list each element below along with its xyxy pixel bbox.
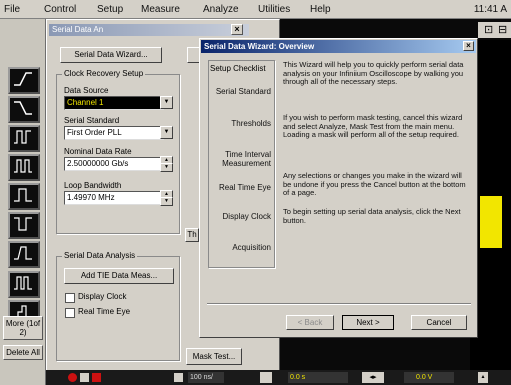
display-clock-checkbox[interactable] [65,293,75,303]
trigger-edge-icon[interactable] [260,372,272,383]
real-time-eye-label: Real Time Eye [78,307,131,316]
menu-bar: File Control Setup Measure Analyze Utili… [0,0,511,19]
period-measure-icon[interactable] [8,125,40,152]
nominal-rate-input[interactable]: 2.50000000 Gb/s [64,157,162,171]
checklist-item: Real Time Eye [218,183,271,192]
menu-analyze[interactable]: Analyze [203,4,239,15]
nominal-rate-label: Nominal Data Rate [64,147,132,156]
tool-strip: More (1of 2) Delete All [0,19,46,385]
wizard-mask-text: If you wish to perform mask testing, can… [283,113,463,140]
run-indicator-icon[interactable] [68,373,77,382]
single-icon[interactable] [92,373,101,382]
close-icon[interactable]: × [463,41,474,51]
menu-measure[interactable]: Measure [141,4,180,15]
panel-title: Serial Data An [52,25,104,34]
wizard-next-text: To begin setting up serial data analysis… [283,207,461,225]
pulse-width-icon[interactable] [8,183,40,210]
cancel-button[interactable]: Cancel [411,315,467,330]
trigger-delay[interactable]: 0.0 s [288,372,348,383]
checklist-item: Time Interval Measurement [222,150,271,168]
menu-control[interactable]: Control [44,4,76,15]
clock-recovery-label: Clock Recovery Setup [62,69,146,78]
checklist-item: Serial Standard [215,87,271,96]
horizontal-scale[interactable]: 100 ns/ [188,372,224,383]
display-clock-label: Display Clock [78,292,127,301]
cursor-icon[interactable]: ⊡ [484,23,493,36]
back-button[interactable]: < Back [286,315,334,330]
wizard-title: Serial Data Wizard: Overview [204,42,315,51]
waveform-trace [480,196,502,248]
negative-width-icon[interactable] [8,212,40,239]
loop-bandwidth-input[interactable]: 1.49970 MHz [64,191,162,205]
add-tie-measurement-button[interactable]: Add TIE Data Meas... [64,268,174,284]
menu-utilities[interactable]: Utilities [258,4,290,15]
chevron-down-icon[interactable]: ▼ [160,96,173,109]
menu-file[interactable]: File [4,4,20,15]
stop-icon[interactable] [80,373,89,382]
serial-data-wizard-button[interactable]: Serial Data Wizard... [60,47,162,63]
serial-standard-select[interactable]: First Order PLL [64,126,164,140]
duty-cycle-icon[interactable] [8,271,40,298]
serial-standard-label: Serial Standard [64,116,120,125]
checklist-item: Display Clock [222,212,271,221]
wizard-intro-text: This Wizard will help you to quickly per… [283,60,464,87]
mask-test-button[interactable]: Mask Test... [186,348,242,365]
real-time-eye-checkbox[interactable] [65,308,75,318]
checklist-item: Thresholds [231,119,271,128]
serial-data-analysis-label: Serial Data Analysis [62,251,138,260]
close-icon[interactable]: × [231,24,243,35]
rising-edge-trigger-icon[interactable] [8,67,40,94]
wizard-cancel-text: Any selections or changes you make in th… [283,171,466,198]
next-button[interactable]: Next > [342,315,394,330]
status-bar: 100 ns/ 0.0 s ◂▸ 0.0 V ▴ [46,370,511,385]
more-button[interactable]: More (1of 2) [3,316,43,340]
menu-setup[interactable]: Setup [97,4,123,15]
menu-help[interactable]: Help [310,4,331,15]
delete-all-button[interactable]: Delete All [3,345,43,360]
frequency-measure-icon[interactable] [8,154,40,181]
toolbar-corner: ⊡ ⊟ [478,22,511,38]
arrows-icon[interactable]: ◂▸ [362,372,384,383]
rise-time-icon[interactable] [8,241,40,268]
falling-edge-trigger-icon[interactable] [8,96,40,123]
serial-data-panel-titlebar: Serial Data An [49,24,249,36]
data-source-label: Data Source [64,86,109,95]
setup-checklist-title: Setup Checklist [210,64,266,73]
spin-down-icon[interactable]: ▼ [160,163,173,172]
spin-icon[interactable]: ▴ [478,372,488,383]
partial-th-button[interactable]: Th [185,228,199,242]
spin-down-icon[interactable]: ▼ [160,197,173,206]
clock-readout: 11:41 A [473,4,507,15]
channel-offset[interactable]: 0.0 V [404,372,454,383]
zoom-icon[interactable]: ⊟ [498,23,507,36]
data-source-select[interactable]: Channel 1 [64,96,164,110]
checklist-item: Acquisition [232,243,271,252]
chevron-down-icon[interactable]: ▼ [160,126,173,139]
loop-bandwidth-label: Loop Bandwidth [64,181,122,190]
wizard-titlebar: Serial Data Wizard: Overview [201,40,476,53]
wizard-separator [207,303,471,305]
horizontal-icon [174,373,183,382]
